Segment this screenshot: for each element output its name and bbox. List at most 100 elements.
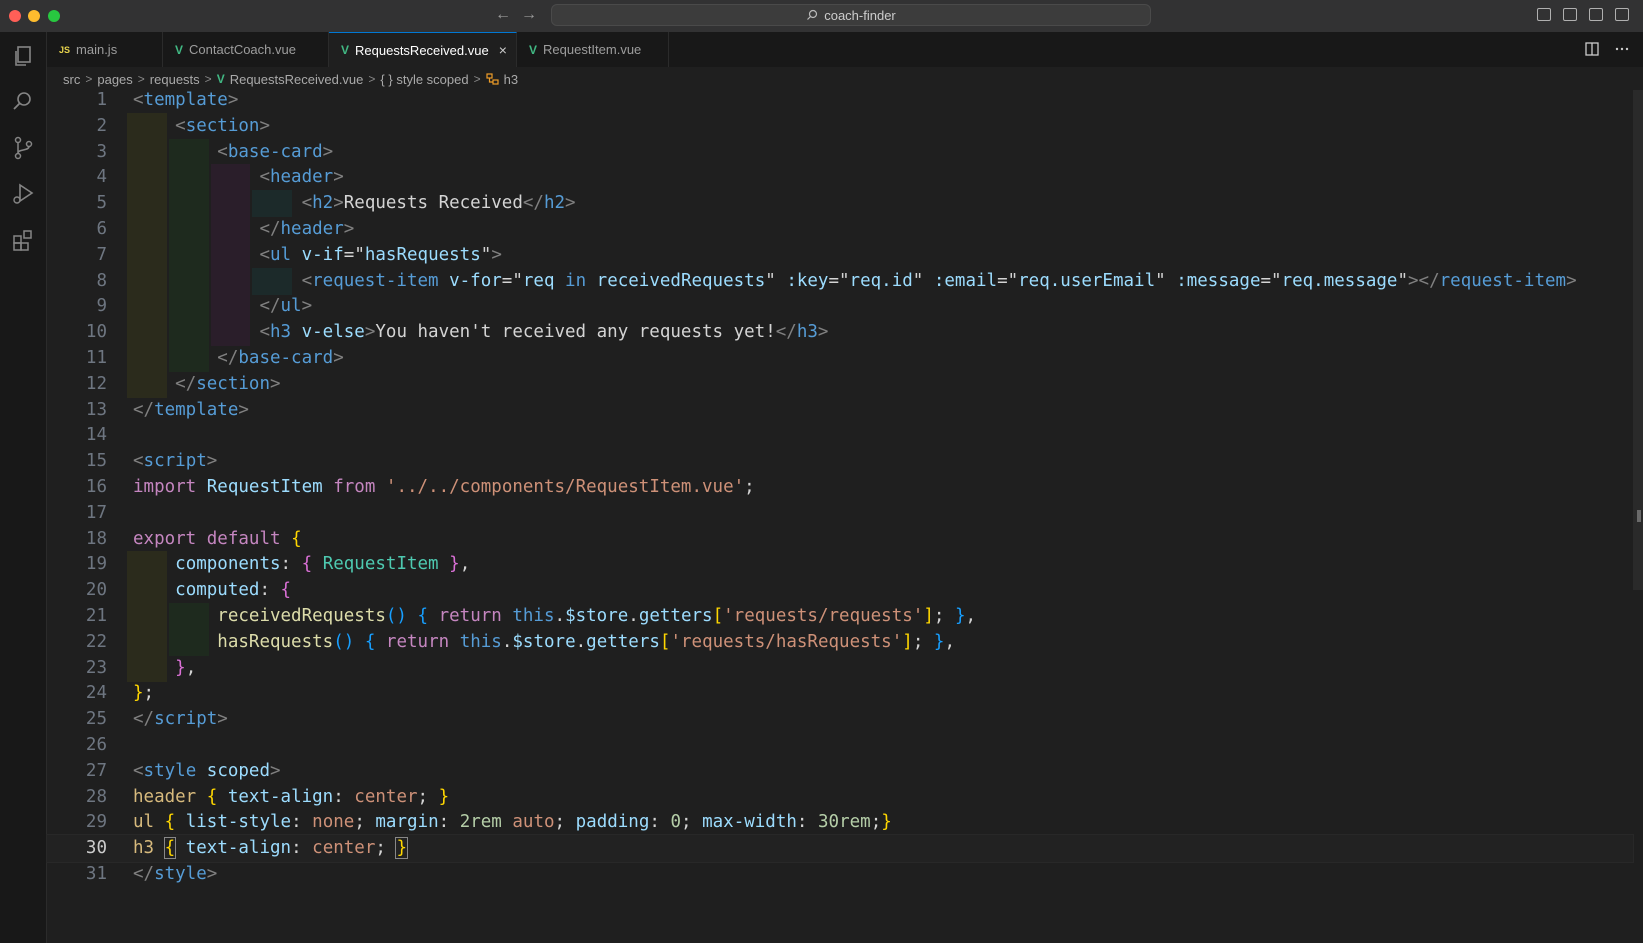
code-line[interactable]: 10 <h3 v-else>You haven't received any r… [47, 319, 1633, 347]
toggle-primary-sidebar-icon[interactable] [1537, 8, 1551, 21]
code-line[interactable]: 8 <request-item v-for="req in receivedRe… [47, 267, 1633, 295]
line-number: 13 [85, 399, 107, 420]
code-token: style [143, 760, 197, 781]
code-line[interactable]: 11 </base-card> [47, 345, 1633, 372]
forward-arrow-icon[interactable]: → [521, 6, 537, 24]
window-maximize-button[interactable] [48, 10, 60, 22]
code-line[interactable]: 6 </header> [47, 216, 1633, 243]
code-line[interactable]: 15 <script> [47, 448, 1633, 475]
code-line[interactable]: 5 <h2>Requests Received</h2> [47, 190, 1633, 218]
code-line[interactable]: 28 header { text-align: center; } [47, 784, 1633, 811]
window-minimize-button[interactable] [28, 10, 40, 22]
code-token: import [133, 477, 197, 497]
code-text: </style> [133, 861, 217, 888]
code-token: > [565, 193, 576, 214]
code-line[interactable]: 29 ul { list-style: none; margin: 2rem au… [47, 809, 1633, 836]
tab-contactcoach-vue[interactable]: V ContactCoach.vue [163, 32, 329, 67]
more-actions-icon[interactable] [1615, 42, 1629, 56]
split-editor-icon[interactable] [1585, 42, 1599, 56]
code-line[interactable]: 3 <base-card> [47, 138, 1633, 166]
code-token: hasRequests [217, 631, 334, 652]
breadcrumb-item[interactable]: RequestsReceived.vue [230, 72, 364, 87]
code-token: () [333, 631, 355, 652]
code-token: ></ [1408, 270, 1440, 291]
code-line[interactable]: 24}; [47, 680, 1633, 707]
back-arrow-icon[interactable]: ← [495, 6, 511, 24]
breadcrumb-item[interactable]: { } style scoped [380, 72, 468, 87]
breadcrumb-item[interactable]: pages [97, 72, 132, 87]
code-line[interactable]: 25 </script> [47, 706, 1633, 733]
code-editor[interactable]: 1 <template> 2 <section> 3 <base-card> 4 <he… [46, 87, 1634, 943]
code-token: [ [712, 606, 724, 626]
search-icon[interactable] [9, 88, 37, 116]
code-token: } [133, 683, 144, 704]
code-token: 'requests/hasRequests' [670, 631, 903, 652]
extensions-icon[interactable] [9, 226, 37, 254]
close-icon[interactable]: × [499, 42, 507, 58]
code-line[interactable]: 22 hasRequests() { return this.$store.ge… [47, 628, 1633, 656]
breadcrumb-item[interactable]: requests [150, 72, 200, 87]
code-token: =" [997, 270, 1019, 291]
code-line[interactable]: 31 </style> [47, 861, 1633, 888]
breadcrumb-item[interactable]: h3 [504, 72, 518, 87]
code-token: getters [638, 606, 713, 626]
code-token: v-if [301, 244, 344, 265]
code-line[interactable]: 14 [47, 422, 1633, 449]
code-line[interactable]: 16 import RequestItem from '../../compone… [47, 474, 1633, 501]
code-token: from [333, 477, 376, 497]
code-line[interactable]: 2 <section> [47, 112, 1633, 140]
explorer-icon[interactable] [9, 42, 37, 70]
activity-bar [0, 32, 47, 943]
code-line[interactable]: 7 <ul v-if="hasRequests"> [47, 241, 1633, 269]
source-control-icon[interactable] [9, 134, 37, 162]
code-line[interactable]: 13 </template> [47, 397, 1633, 424]
code-line[interactable]: 12 </section> [47, 370, 1633, 398]
code-line[interactable]: 21 receivedRequests() { return this.$sto… [47, 603, 1633, 630]
code-token: ; [554, 812, 576, 833]
code-token: < [133, 760, 144, 781]
tab-requestsreceived-vue[interactable]: V RequestsReceived.vue × [329, 32, 517, 67]
code-line[interactable]: 17 [47, 500, 1633, 527]
code-line[interactable]: 23 }, [47, 654, 1633, 682]
code-text: </header> [133, 216, 354, 243]
code-line[interactable]: 19 components: { RequestItem }, [47, 551, 1633, 579]
run-debug-icon[interactable] [9, 180, 37, 208]
code-token: </ [775, 322, 797, 343]
breadcrumb-item[interactable]: src [63, 72, 80, 87]
code-line[interactable]: 1 <template> [47, 87, 1633, 114]
tab-requestitem-vue[interactable]: V RequestItem.vue [517, 32, 669, 67]
code-token: ; [681, 812, 703, 833]
code-token: receivedRequests [596, 270, 766, 291]
code-text: <header> [133, 164, 343, 191]
window-close-button[interactable] [9, 10, 21, 22]
code-token: padding [575, 812, 650, 833]
code-line[interactable]: 4 <header> [47, 164, 1633, 192]
code-token: < [217, 141, 228, 162]
customize-layout-icon[interactable] [1615, 8, 1629, 21]
title-bar: ← → coach-finder [0, 0, 1643, 32]
toggle-panel-icon[interactable] [1563, 8, 1577, 21]
toggle-secondary-sidebar-icon[interactable] [1589, 8, 1603, 21]
code-token: < [301, 193, 313, 214]
code-line[interactable]: 30 h3 { text-align: center; } [46, 834, 1634, 864]
code-token: { [163, 837, 177, 860]
code-line[interactable]: 18 export default { [47, 526, 1633, 553]
code-token: req.id [849, 270, 913, 291]
code-line[interactable]: 20 computed: { [47, 577, 1633, 605]
tab-main-js[interactable]: JS main.js [47, 32, 163, 67]
code-line[interactable]: 9 </ul> [47, 293, 1633, 321]
code-token: h3 [796, 322, 818, 343]
code-line[interactable]: 27 <style scoped> [47, 758, 1633, 785]
code-line[interactable]: 26 [47, 732, 1633, 759]
code-text: import RequestItem from '../../component… [133, 474, 755, 501]
command-center-search[interactable]: coach-finder [551, 4, 1151, 26]
